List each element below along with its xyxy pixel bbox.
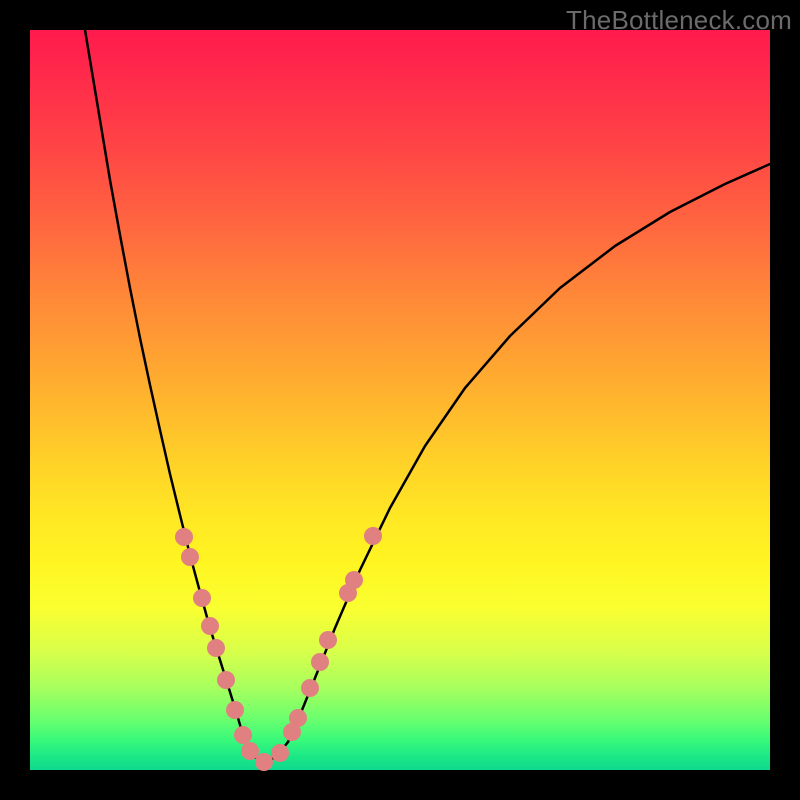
dot-L2: [181, 548, 199, 566]
dot-L7: [226, 701, 244, 719]
dot-B3: [271, 744, 289, 762]
dot-group: [175, 527, 382, 771]
dot-R2: [289, 709, 307, 727]
dot-R8: [364, 527, 382, 545]
dot-R5: [319, 631, 337, 649]
plot-area: [30, 30, 770, 770]
curve-left-curve: [85, 30, 245, 742]
dot-L4: [201, 617, 219, 635]
dot-L3: [193, 589, 211, 607]
dot-R3: [301, 679, 319, 697]
dot-R7: [345, 571, 363, 589]
dot-L6: [217, 671, 235, 689]
dot-L8: [234, 726, 252, 744]
chart-svg: [30, 30, 770, 770]
dot-R4: [311, 653, 329, 671]
line-group: [85, 30, 770, 762]
dot-L1: [175, 528, 193, 546]
curve-right-curve: [288, 164, 770, 742]
dot-B2: [255, 753, 273, 771]
dot-L5: [207, 639, 225, 657]
dot-B1: [241, 742, 259, 760]
outer-frame: TheBottleneck.com: [0, 0, 800, 800]
